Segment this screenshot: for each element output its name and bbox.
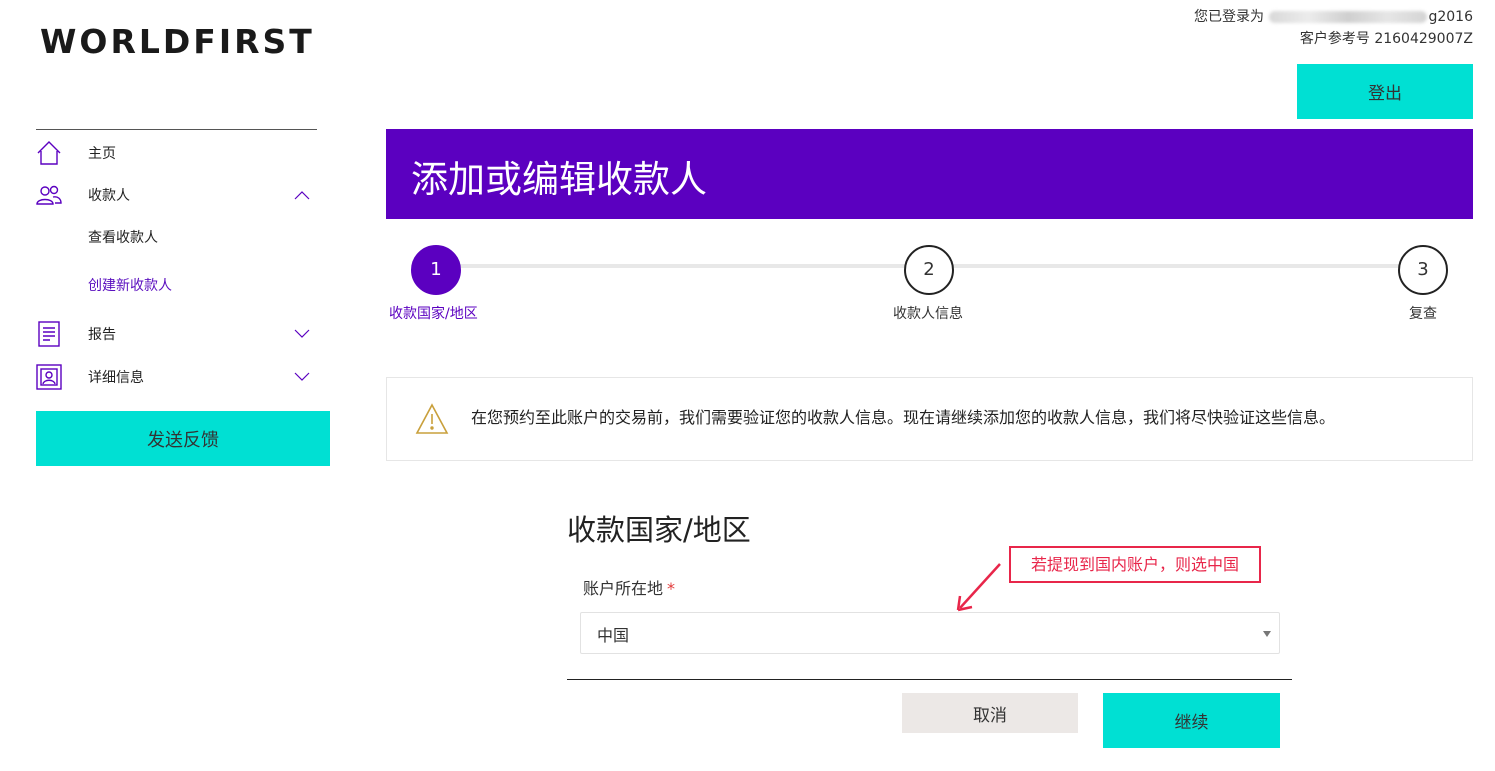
send-feedback-button[interactable]: 发送反馈 [36,411,330,466]
verification-notice: 在您预约至此账户的交易前，我们需要验证您的收款人信息。现在请继续添加您的收款人信… [386,377,1473,461]
redacted-username [1269,11,1428,23]
people-icon [36,185,62,205]
required-mark: * [667,579,676,598]
step-2-label: 收款人信息 [893,306,963,322]
page-banner: 添加或编辑收款人 [386,129,1473,219]
sidebar-item-label: 报告 [88,327,116,343]
customer-ref-label: 客户参考号 [1299,31,1370,47]
account-location-label: 账户所在地 * [583,575,675,599]
sidebar-subitem-create-payee[interactable]: 创建新收款人 [88,275,172,295]
sidebar-item-details[interactable]: 详细信息 [36,362,317,392]
logged-in-label: 您已登录为 [1194,9,1265,25]
chevron-up-icon[interactable] [294,190,310,200]
sidebar-item-label: 收款人 [88,188,130,204]
sidebar-item-label: 详细信息 [88,370,144,386]
sidebar-item-label: 主页 [88,146,116,162]
continue-button[interactable]: 继续 [1103,693,1280,748]
profile-icon [36,364,62,390]
step-1-circle: 1 [411,245,461,295]
step-2-circle: 2 [904,245,954,295]
logged-in-line: 您已登录为 g2016 [1194,6,1473,28]
chevron-down-icon[interactable] [294,329,310,339]
sidebar-subitem-view-payees[interactable]: 查看收款人 [88,227,158,247]
step-3-circle: 3 [1398,245,1448,295]
user-info: 您已登录为 g2016 客户参考号 2160429007Z [1194,6,1473,50]
logout-button[interactable]: 登出 [1297,64,1473,119]
worldfirst-logo: WORLDFIRST [40,22,315,61]
report-icon [38,321,60,347]
customer-ref-line: 客户参考号 2160429007Z [1194,28,1473,50]
account-location-select[interactable]: 中国 [580,612,1280,654]
username-suffix: g2016 [1428,9,1473,25]
form-title: 收款国家/地区 [567,513,751,547]
customer-ref-value: 2160429007Z [1374,31,1473,47]
notice-text: 在您预约至此账户的交易前，我们需要验证您的收款人信息。现在请继续添加您的收款人信… [471,408,1336,427]
sidebar-item-payees[interactable]: 收款人 [36,180,317,210]
sidebar-divider [36,129,317,130]
dropdown-caret-icon [1263,631,1271,637]
sidebar-item-reports[interactable]: 报告 [36,319,317,349]
cancel-button[interactable]: 取消 [902,693,1078,733]
step-1-label: 收款国家/地区 [389,306,478,322]
annotation-callout: 若提现到国内账户，则选中国 [1009,546,1261,583]
selected-country: 中国 [597,626,630,645]
sidebar: 主页 收款人 查看收款人 创建新收款人 报告 详细信息 [36,129,330,390]
form-divider [567,679,1292,680]
sidebar-item-home[interactable]: 主页 [36,138,317,168]
chevron-down-icon[interactable] [294,372,310,382]
step-3-label: 复查 [1409,306,1437,322]
page-title: 添加或编辑收款人 [411,158,707,201]
home-icon [37,141,61,165]
warning-icon [415,403,449,434]
annotation-arrow-icon [956,563,1001,612]
account-location-label-text: 账户所在地 [583,579,664,598]
